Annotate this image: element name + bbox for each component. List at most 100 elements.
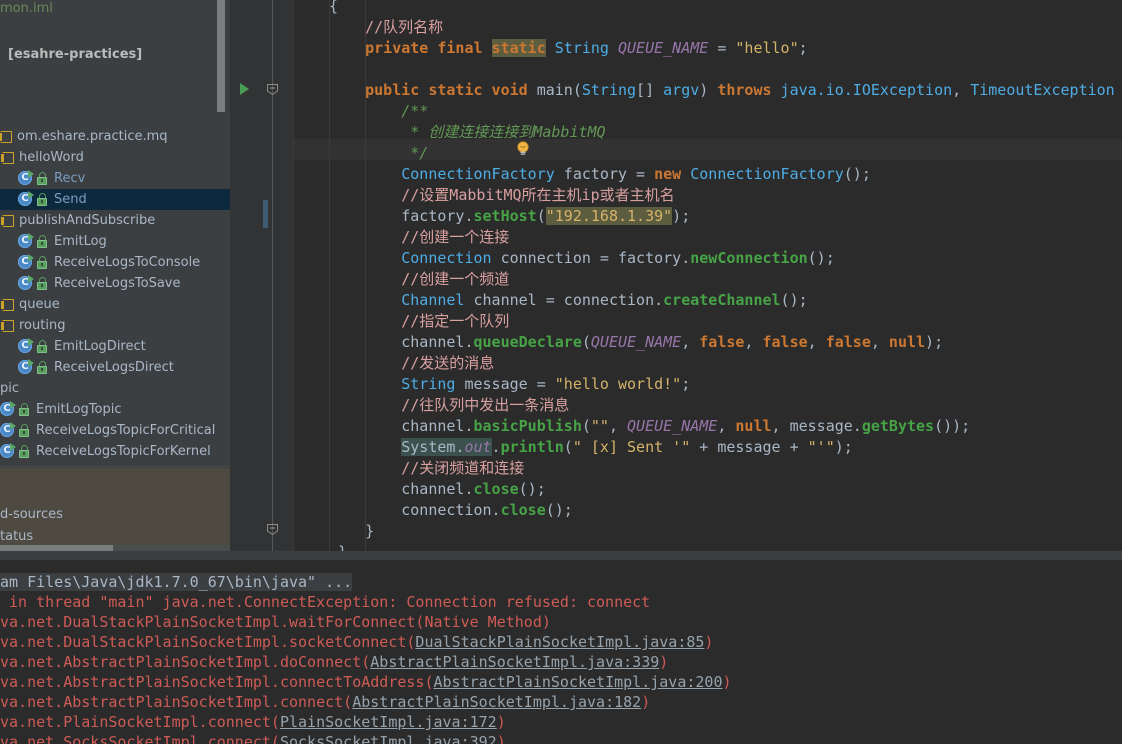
code-token: System.: [401, 438, 465, 456]
code-line[interactable]: channel.queueDeclare(QUEUE_NAME, false, …: [401, 332, 943, 353]
code-token: factory =: [554, 165, 655, 183]
sidebar-item-recv[interactable]: C Recv: [0, 168, 85, 189]
code-token: (: [536, 207, 546, 225]
code-line[interactable]: System.out.println(" [x] Sent '" + messa…: [401, 437, 853, 458]
code-line[interactable]: /**: [401, 101, 428, 122]
console-stacktrace-line[interactable]: va.net.DualStackPlainSocketImpl.waitForC…: [0, 612, 551, 632]
code-fold-collapse-icon[interactable]: [266, 83, 279, 96]
code-line[interactable]: public static void main(String[] argv) t…: [365, 80, 1115, 101]
console-text: va.net.AbstractPlainSocketImpl.connect(: [0, 693, 353, 711]
stacktrace-file-link[interactable]: DualStackPlainSocketImpl.java:85: [415, 633, 704, 651]
run-console[interactable]: am Files\Java\jdk1.7.0_67\bin\java" ... …: [0, 560, 1122, 744]
sidebar-item-emitlog[interactable]: C EmitLog: [0, 231, 107, 252]
console-text: va.net.AbstractPlainSocketImpl.doConnect…: [0, 653, 371, 671]
package-icon: [1, 319, 14, 332]
sidebar-item-emitlogdirect[interactable]: C EmitLogDirect: [0, 336, 146, 357]
stacktrace-file-link[interactable]: AbstractPlainSocketImpl.java:339: [370, 653, 659, 671]
console-stacktrace-line[interactable]: va.net.SocksSocketImpl.connect(SocksSock…: [0, 732, 506, 744]
sidebar-item-esahre-practices[interactable]: [esahre-practices]: [0, 44, 142, 65]
sidebar-item-receivelogsdirect[interactable]: C ReceiveLogsDirect: [0, 357, 174, 378]
code-token: ,: [717, 417, 736, 435]
console-stacktrace-line[interactable]: va.net.AbstractPlainSocketImpl.connectTo…: [0, 672, 732, 692]
sidebar-item-pic[interactable]: pic: [0, 378, 19, 399]
code-token: */: [410, 144, 429, 162]
sidebar-item-receivelogstopicforkernel[interactable]: C ReceiveLogsTopicForKernel: [0, 441, 211, 462]
sidebar-item-receivelogstoconsole[interactable]: C ReceiveLogsToConsole: [0, 252, 200, 273]
code-line[interactable]: private final static String QUEUE_NAME =…: [365, 38, 808, 59]
code-line[interactable]: {: [329, 0, 338, 17]
code-line[interactable]: * 创建连接连接到MabbitMQ: [410, 122, 605, 143]
code-line[interactable]: Connection connection = factory.newConne…: [401, 248, 835, 269]
stacktrace-file-link[interactable]: AbstractPlainSocketImpl.java:182: [352, 693, 641, 711]
sidebar-item-tatus[interactable]: tatus: [0, 526, 33, 547]
sidebar-item-receivelogstosave[interactable]: C ReceiveLogsToSave: [0, 273, 180, 294]
sidebar-item-send[interactable]: C Send: [0, 189, 230, 210]
console-stacktrace-line[interactable]: va.net.DualStackPlainSocketImpl.socketCo…: [0, 632, 713, 652]
sidebar-item-label: ReceiveLogsTopicForKernel: [36, 444, 211, 459]
code-token: ,: [744, 333, 763, 351]
run-method-icon[interactable]: [240, 83, 249, 95]
code-line[interactable]: //创建一个频道: [401, 269, 509, 290]
code-line[interactable]: ConnectionFactory factory = new Connecti…: [401, 164, 871, 185]
intention-bulb-icon[interactable]: [516, 141, 530, 157]
console-stacktrace-line[interactable]: va.net.AbstractPlainSocketImpl.connect(A…: [0, 692, 650, 712]
stacktrace-file-link[interactable]: PlainSocketImpl.java:172: [280, 713, 497, 731]
code-line[interactable]: //往队列中发出一条消息: [401, 395, 569, 416]
sidebar-vertical-scrollbar[interactable]: [217, 0, 225, 112]
code-line[interactable]: //关闭频道和连接: [401, 458, 524, 479]
sidebar-item-routing[interactable]: routing: [0, 315, 65, 336]
sidebar-item-label: mon.iml: [0, 1, 53, 16]
stacktrace-file-link[interactable]: SocksSocketImpl.java:392: [280, 733, 497, 744]
code-line[interactable]: //设置MabbitMQ所在主机ip或者主机名: [401, 185, 674, 206]
code-token: " [x] Sent '": [572, 438, 691, 456]
code-token: ConnectionFactory: [401, 165, 555, 183]
code-token: (: [581, 333, 591, 351]
code-token: //创建一个频道: [401, 270, 510, 288]
code-line[interactable]: String message = "hello world!";: [401, 374, 690, 395]
code-token: ;: [798, 39, 808, 57]
console-stacktrace-line[interactable]: in thread "main" java.net.ConnectExcepti…: [0, 592, 650, 612]
code-line[interactable]: connection.close();: [401, 500, 573, 521]
sidebar-item-d-sources[interactable]: d-sources: [0, 504, 63, 525]
code-token: ;: [681, 375, 691, 393]
console-text: va.net.SocksSocketImpl.connect(: [0, 733, 280, 744]
code-line[interactable]: //创建一个连接: [401, 227, 509, 248]
code-token: out: [464, 438, 492, 456]
code-token: (: [581, 417, 591, 435]
sidebar-item-receivelogstopicforcritical[interactable]: C ReceiveLogsTopicForCritical: [0, 420, 215, 441]
sidebar-item-publishandsubscribe[interactable]: publishAndSubscribe: [0, 210, 155, 231]
public-lock-icon: [36, 277, 48, 290]
console-text: va.net.AbstractPlainSocketImpl.connectTo…: [0, 673, 434, 691]
code-token: //发送的消息: [401, 354, 495, 372]
code-token: {: [329, 0, 339, 15]
code-fold-collapse-icon-2[interactable]: [266, 521, 279, 536]
code-line[interactable]: */: [410, 143, 428, 164]
code-line[interactable]: channel.close();: [401, 479, 546, 500]
sidebar-item-emitlogtopic[interactable]: C EmitLogTopic: [0, 399, 122, 420]
stacktrace-file-link[interactable]: AbstractPlainSocketImpl.java:200: [433, 673, 722, 691]
code-token: "hello": [735, 39, 799, 57]
sidebar-item-mon-iml[interactable]: mon.iml: [0, 0, 53, 19]
project-tool-window[interactable]: mon.iml [esahre-practices] om.eshare.pract…: [0, 0, 230, 551]
console-command-line[interactable]: am Files\Java\jdk1.7.0_67\bin\java" ...: [0, 572, 353, 592]
code-line[interactable]: channel.basicPublish("", QUEUE_NAME, nul…: [401, 416, 970, 437]
code-token: connection.: [401, 501, 501, 519]
code-editor[interactable]: { //队列名称 private final static String QUEUE…: [230, 0, 1122, 551]
code-line[interactable]: Channel channel = connection.createChann…: [401, 290, 807, 311]
code-line[interactable]: }: [365, 521, 374, 542]
code-token: createChannel: [663, 291, 781, 309]
code-line[interactable]: factory.setHost("192.168.1.39");: [401, 206, 690, 227]
sidebar-item-helloword[interactable]: helloWord: [0, 147, 84, 168]
java-class-run-icon: C: [18, 338, 34, 354]
sidebar-item-label: EmitLogDirect: [54, 339, 146, 354]
code-line[interactable]: //指定一个队列: [401, 311, 509, 332]
sidebar-item-queue[interactable]: queue: [0, 294, 60, 315]
code-line[interactable]: }: [338, 542, 347, 551]
vcs-change-marker[interactable]: [263, 200, 268, 228]
code-line[interactable]: //发送的消息: [401, 353, 494, 374]
console-stacktrace-line[interactable]: va.net.PlainSocketImpl.connect(PlainSock…: [0, 712, 506, 732]
code-line[interactable]: //队列名称: [365, 17, 443, 38]
console-stacktrace-line[interactable]: va.net.AbstractPlainSocketImpl.doConnect…: [0, 652, 668, 672]
sidebar-item-om-eshare-practice-mq[interactable]: om.eshare.practice.mq: [0, 126, 168, 147]
